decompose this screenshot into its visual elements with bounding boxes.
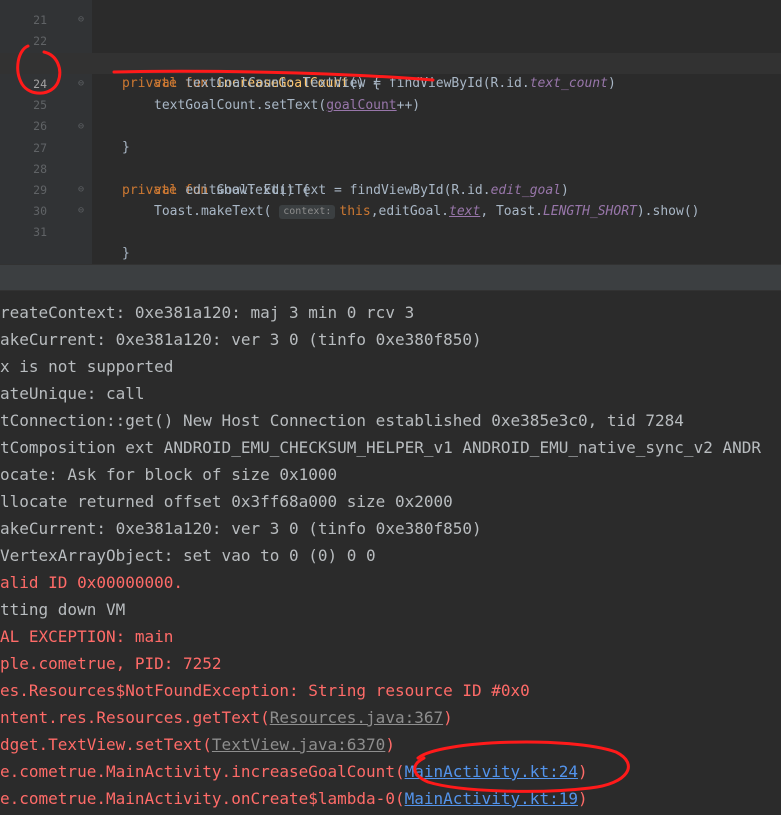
- line-number: 31: [33, 225, 47, 239]
- fold-marker-icon[interactable]: ⊖: [78, 205, 87, 217]
- log-line: VertexArrayObject: set vao to 0 (0) 0 0: [0, 546, 376, 565]
- stacktrace-method: dget.TextView.setText(: [0, 735, 212, 754]
- log-line: tComposition ext ANDROID_EMU_CHECKSUM_HE…: [0, 438, 761, 457]
- source-link[interactable]: MainActivity.kt:19: [405, 789, 578, 808]
- fold-marker-icon[interactable]: ⊖: [78, 14, 87, 26]
- log-line: ateUnique: call: [0, 384, 145, 403]
- log-line-error: es.Resources$NotFoundException: String r…: [0, 681, 530, 700]
- logcat-panel[interactable]: reateContext: 0xe381a120: maj 3 min 0 rc…: [0, 291, 781, 815]
- code-line-24: 24 textGoalCount.setText(goalCount++): [0, 53, 781, 113]
- log-line: akeCurrent: 0xe381a120: ver 3 0 (tinfo 0…: [0, 519, 482, 538]
- stacktrace-method: e.cometrue.MainActivity.increaseGoalCoun…: [0, 762, 405, 781]
- log-line: reateContext: 0xe381a120: maj 3 min 0 rc…: [0, 303, 415, 322]
- code-text: }: [122, 246, 130, 261]
- stacktrace-line: dget.TextView.setText(TextView.java:6370…: [0, 731, 781, 758]
- stacktrace-paren: ): [443, 708, 453, 727]
- code-line-26: 26: [0, 95, 781, 133]
- log-line-error: alid ID 0x00000000.: [0, 573, 184, 592]
- stacktrace-paren: ): [385, 735, 395, 754]
- stacktrace-paren: ): [577, 762, 588, 781]
- stacktrace-line: ntent.res.Resources.getText(Resources.ja…: [0, 704, 781, 731]
- log-line: x is not supported: [0, 357, 174, 376]
- panel-divider[interactable]: [0, 264, 781, 291]
- log-line-error: AL EXCEPTION: main: [0, 627, 174, 646]
- fold-marker-icon[interactable]: ⊖: [78, 121, 87, 133]
- code-line-23: 23 val textGoalCount: TextView = findVie…: [0, 31, 781, 91]
- code-line-31: 31 ⊖ }: [0, 201, 781, 239]
- code-line-27: 27 ⊖ private fun showText() {: [0, 117, 781, 198]
- fold-marker-icon[interactable]: ⊖: [78, 184, 87, 196]
- code-line-21: 21: [0, 0, 781, 27]
- fold-marker-icon[interactable]: ⊖: [78, 78, 87, 90]
- log-line: tting down VM: [0, 600, 126, 619]
- log-line: akeCurrent: 0xe381a120: ver 3 0 (tinfo 0…: [0, 330, 482, 349]
- stacktrace-method: ntent.res.Resources.getText(: [0, 708, 270, 727]
- stacktrace-line: e.cometrue.MainActivity.increaseGoalCoun…: [0, 758, 781, 785]
- code-editor[interactable]: 21 22 ⊖ private fun increaseGoalCount() …: [0, 0, 781, 264]
- code-line-30: 30 ⊖ }: [0, 180, 781, 261]
- log-line: tConnection::get() New Host Connection e…: [0, 411, 684, 430]
- code-line-28: 28 val editGoal: EditText = findViewById…: [0, 138, 781, 198]
- stacktrace-paren: ): [577, 789, 588, 808]
- code-line-25: 25 ⊖ }: [0, 74, 781, 155]
- source-link[interactable]: Resources.java:367: [270, 708, 443, 727]
- source-link[interactable]: MainActivity.kt:24: [405, 762, 578, 781]
- log-line: llocate returned offset 0x3ff68a000 size…: [0, 492, 453, 511]
- stacktrace-method: e.cometrue.MainActivity.onCreate$lambda-…: [0, 789, 405, 808]
- stacktrace-line: e.cometrue.MainActivity.onCreate$lambda-…: [0, 785, 781, 812]
- source-link[interactable]: TextView.java:6370: [212, 735, 385, 754]
- log-line: ocate: Ask for block of size 0x1000: [0, 465, 338, 484]
- code-line-29: 29 Toast.makeText( context: this,editGoal…: [0, 159, 781, 219]
- log-line-error: ple.cometrue, PID: 7252: [0, 654, 222, 673]
- code-line-22: 22 ⊖ private fun increaseGoalCount() {: [0, 10, 781, 91]
